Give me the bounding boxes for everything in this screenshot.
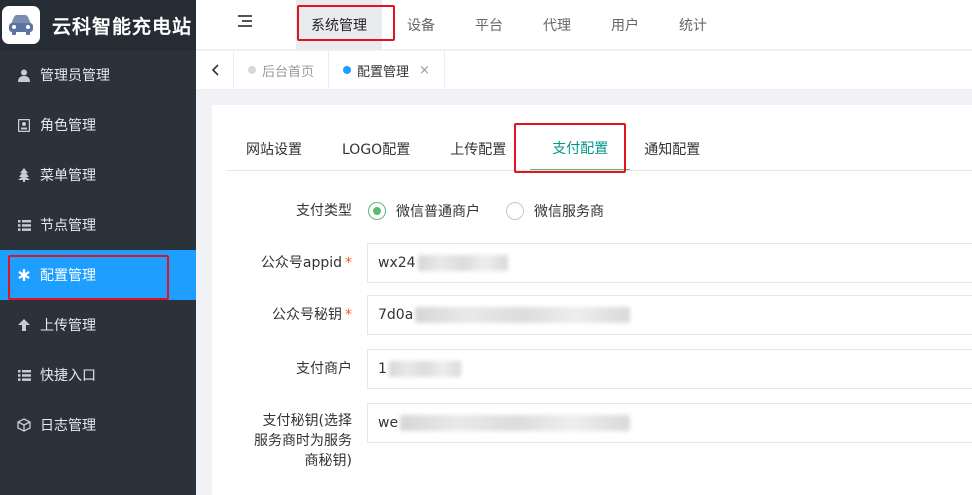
page-tabs: 后台首页 配置管理 × [196, 50, 972, 90]
tab-dot-icon [343, 66, 352, 74]
app-title: 云科智能充电站 [52, 15, 193, 38]
sidebar-item-label: 菜单管理 [40, 168, 96, 184]
secret-input[interactable]: 7d0a [367, 295, 972, 335]
secret-value: 7d0a [378, 307, 414, 323]
topnav-platform[interactable]: 平台 [460, 0, 518, 50]
appid-value: wx24 [378, 255, 416, 271]
merchant-value: 1 [378, 361, 387, 377]
sidebar-item-label: 快捷入口 [40, 368, 96, 384]
arrow-up-icon [16, 319, 32, 331]
sidebar-item-label: 配置管理 [40, 268, 96, 284]
appid-input[interactable]: wx24 [367, 243, 972, 283]
tree-icon [16, 168, 32, 182]
cube-icon [16, 418, 32, 432]
tabs-divider [226, 170, 972, 171]
radio-checked-icon [368, 202, 386, 220]
radio-label: 微信普通商户 [396, 204, 480, 220]
sidebar-item-role[interactable]: 角色管理 [0, 100, 196, 150]
chevron-left-icon[interactable] [196, 50, 234, 90]
secret-label-text: 公众号秘钥 [272, 307, 342, 323]
tab-label: 配置管理 [357, 64, 410, 80]
required-mark: * [345, 307, 352, 323]
sidebar-item-label: 管理员管理 [40, 68, 110, 84]
sidebar-item-config[interactable]: 配置管理 [0, 250, 196, 300]
sidebar-item-menu[interactable]: 菜单管理 [0, 150, 196, 200]
pay-key-label: 支付秘钥(选择服务商时为服务商秘钥) [254, 413, 352, 469]
asterisk-icon [16, 269, 32, 281]
sidebar-item-admin[interactable]: 管理员管理 [0, 50, 196, 100]
sidebar-item-label: 上传管理 [40, 318, 96, 334]
redacted-mask [417, 255, 508, 271]
tab-dot-icon [248, 66, 256, 74]
radio-wechat-provider[interactable]: 微信服务商 [506, 201, 604, 221]
pay-key-input[interactable]: we [367, 403, 972, 443]
topnav-system[interactable]: 系统管理 [296, 0, 382, 50]
merchant-label: 支付商户 [296, 361, 352, 377]
pay-type-label: 支付类型 [296, 203, 352, 219]
topnav-device[interactable]: 设备 [392, 0, 450, 50]
topnav-agent[interactable]: 代理 [528, 0, 586, 50]
user-icon [16, 69, 32, 82]
radio-label: 微信服务商 [534, 204, 604, 220]
pay-key-value: we [378, 415, 399, 431]
topnav-user[interactable]: 用户 [596, 0, 654, 50]
redacted-mask [388, 361, 461, 377]
redacted-mask [415, 307, 631, 323]
redacted-mask [400, 415, 631, 431]
top-header: 系统管理 设备 平台 代理 用户 统计 [196, 0, 972, 50]
appid-label-text: 公众号appid [260, 255, 342, 271]
tab-home[interactable]: 后台首页 [234, 50, 330, 90]
sidebar-item-log[interactable]: 日志管理 [0, 400, 196, 450]
logo-bar: 云科智能充电站 [0, 0, 196, 50]
sidebar-item-shortcut[interactable]: 快捷入口 [0, 350, 196, 400]
required-mark: * [345, 255, 352, 271]
merchant-input[interactable]: 1 [367, 349, 972, 389]
config-tabs: 网站设置 LOGO配置 上传配置 支付配置 通知配置 [226, 127, 720, 171]
tab-payment-config[interactable]: 支付配置 [530, 127, 631, 171]
sidebar-item-label: 日志管理 [40, 418, 96, 434]
sidebar-item-upload[interactable]: 上传管理 [0, 300, 196, 350]
menu-toggle-icon[interactable] [238, 15, 254, 29]
car-icon [2, 6, 40, 44]
config-card: 网站设置 LOGO配置 上传配置 支付配置 通知配置 支付类型 微信普通商户 微… [212, 105, 972, 495]
list-icon [16, 219, 32, 231]
tab-notify-config[interactable]: 通知配置 [630, 127, 720, 171]
tab-upload-config[interactable]: 上传配置 [430, 127, 526, 171]
sidebar: 云科智能充电站 管理员管理 角色管理 菜单管理 节点管理 配置管理 上传管理 快… [0, 0, 196, 495]
sidebar-item-label: 角色管理 [40, 118, 96, 134]
tab-label: 后台首页 [262, 64, 315, 80]
tab-config[interactable]: 配置管理 × [329, 50, 445, 90]
secret-label: 公众号秘钥 * [242, 305, 352, 325]
appid-label: 公众号appid * [242, 253, 352, 273]
list-icon [16, 369, 32, 381]
radio-wechat-merchant[interactable]: 微信普通商户 [368, 201, 480, 221]
close-icon[interactable]: × [419, 63, 430, 78]
tab-site-settings[interactable]: 网站设置 [226, 127, 322, 171]
top-nav: 系统管理 设备 平台 代理 用户 统计 [296, 0, 732, 50]
sidebar-item-label: 节点管理 [40, 218, 96, 234]
tab-logo-config[interactable]: LOGO配置 [322, 127, 430, 171]
id-card-icon [16, 118, 32, 132]
radio-unchecked-icon [506, 202, 524, 220]
sidebar-item-node[interactable]: 节点管理 [0, 200, 196, 250]
topnav-stats[interactable]: 统计 [664, 0, 722, 50]
